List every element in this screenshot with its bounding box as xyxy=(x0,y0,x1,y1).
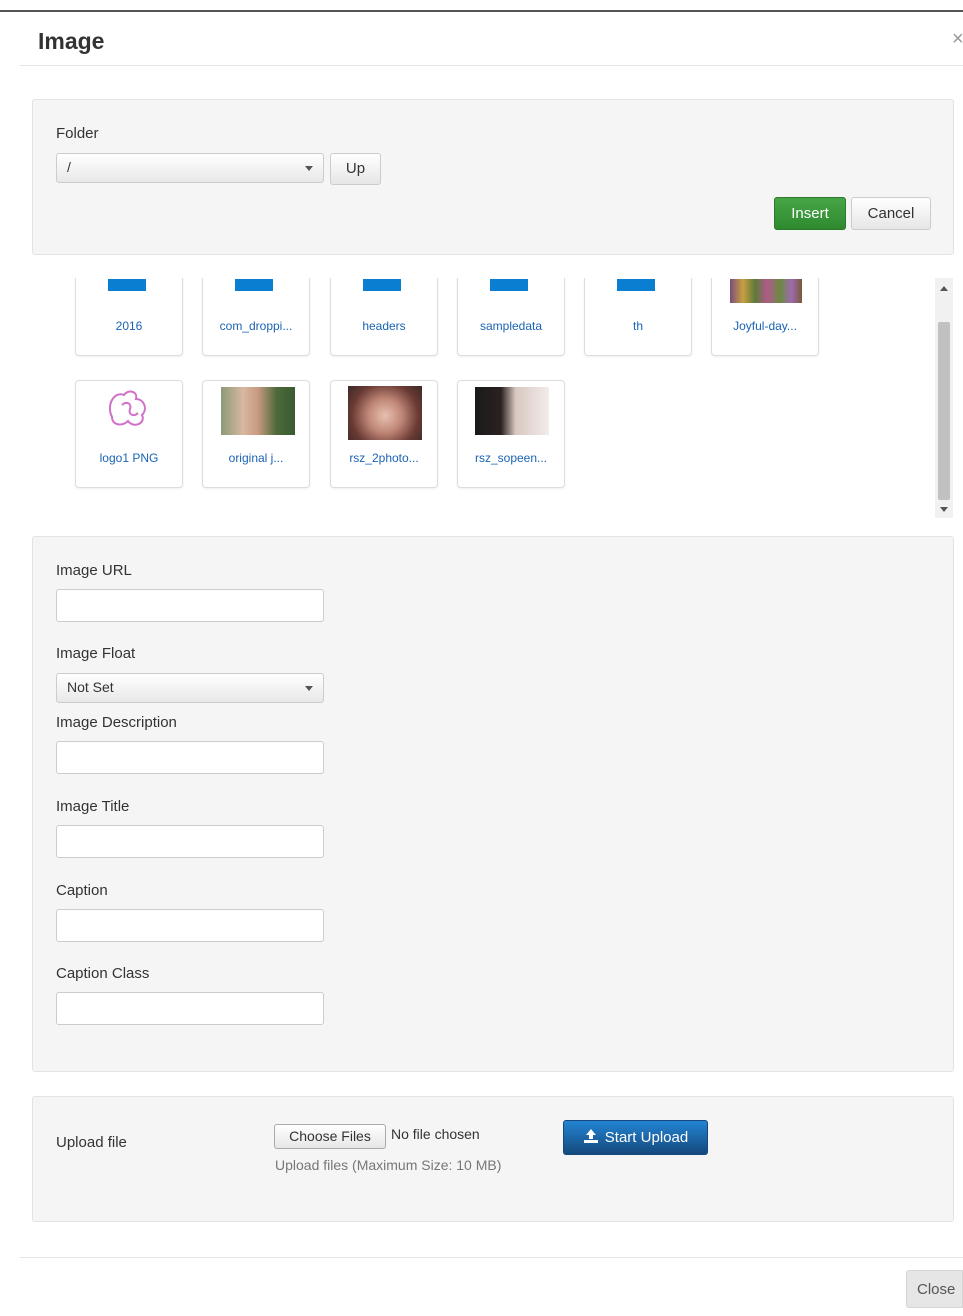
start-upload-button[interactable]: Start Upload xyxy=(563,1120,708,1155)
folder-name: 2016 xyxy=(115,319,143,333)
modal-title: Image xyxy=(38,28,105,54)
upload-size-hint: Upload files (Maximum Size: 10 MB) xyxy=(275,1157,502,1173)
image-float-value: Not Set xyxy=(67,679,114,695)
image-float-select[interactable]: Not Set xyxy=(56,673,324,703)
folder-icon xyxy=(108,279,146,291)
scroll-down-icon[interactable] xyxy=(940,507,948,512)
baby-photo-thumbnail xyxy=(221,387,295,435)
folder-item[interactable]: 2016 xyxy=(75,278,183,356)
image-name: rsz_sopeen... xyxy=(474,451,548,465)
media-scrollbar[interactable] xyxy=(935,278,953,518)
upload-file-label: Upload file xyxy=(56,1134,127,1151)
choose-files-button[interactable]: Choose Files xyxy=(274,1124,386,1149)
caption-class-label: Caption Class xyxy=(56,965,150,982)
folder-icon xyxy=(235,279,273,291)
top-border xyxy=(0,10,963,12)
image-name: Joyful-day... xyxy=(733,319,797,333)
caption-input[interactable] xyxy=(56,909,324,942)
folder-item[interactable]: com_droppi... xyxy=(202,278,310,356)
folder-name: headers xyxy=(362,319,406,333)
image-title-input[interactable] xyxy=(56,825,324,858)
image-float-label: Image Float xyxy=(56,645,136,662)
close-button[interactable]: Close xyxy=(906,1270,963,1308)
upload-icon xyxy=(583,1129,598,1143)
image-title-label: Image Title xyxy=(56,798,130,815)
folder-item[interactable]: sampledata xyxy=(457,278,565,356)
image-fields-panel: Image URL Image Float Not Set Image Desc… xyxy=(32,536,954,1072)
folder-name: sampledata xyxy=(479,319,543,333)
scrollbar-thumb[interactable] xyxy=(938,322,950,500)
image-description-input[interactable] xyxy=(56,741,324,774)
media-grid: 2016 com_droppi... headers sampledata th… xyxy=(60,278,930,518)
folder-item[interactable]: headers xyxy=(330,278,438,356)
chevron-down-icon xyxy=(305,166,313,171)
folder-select[interactable]: / xyxy=(56,153,324,183)
flowers-thumbnail xyxy=(730,279,802,303)
scroll-up-icon[interactable] xyxy=(940,286,948,291)
caption-class-input[interactable] xyxy=(56,992,324,1025)
image-url-label: Image URL xyxy=(56,562,132,579)
caption-label: Caption xyxy=(56,882,108,899)
belly-photo-thumbnail xyxy=(475,387,549,435)
upload-panel: Upload file Choose Files No file chosen … xyxy=(32,1096,954,1222)
logo-thumbnail xyxy=(108,390,146,426)
close-icon[interactable]: × xyxy=(952,28,963,51)
up-button[interactable]: Up xyxy=(330,153,381,185)
image-item[interactable]: Joyful-day... xyxy=(711,278,819,356)
header-divider xyxy=(20,65,963,66)
folder-label: Folder xyxy=(56,125,99,142)
folder-icon xyxy=(363,279,401,291)
image-url-input[interactable] xyxy=(56,589,324,622)
image-name: original j... xyxy=(228,451,284,465)
image-item[interactable]: original j... xyxy=(202,380,310,488)
chevron-down-icon xyxy=(305,686,313,691)
no-file-chosen-text: No file chosen xyxy=(391,1126,480,1142)
image-item[interactable]: rsz_sopeen... xyxy=(457,380,565,488)
folder-name: com_droppi... xyxy=(219,319,293,333)
image-name: rsz_2photo... xyxy=(349,451,419,465)
folder-icon xyxy=(617,279,655,291)
insert-button[interactable]: Insert xyxy=(774,197,846,230)
folder-name: th xyxy=(632,319,643,333)
image-item[interactable]: logo1 PNG xyxy=(75,380,183,488)
footer-divider xyxy=(20,1257,963,1258)
cancel-button[interactable]: Cancel xyxy=(851,197,931,230)
image-item[interactable]: rsz_2photo... xyxy=(330,380,438,488)
image-name: logo1 PNG xyxy=(99,451,159,465)
folder-icon xyxy=(490,279,528,291)
hands-photo-thumbnail xyxy=(348,386,422,440)
folder-select-value: / xyxy=(67,159,71,175)
image-description-label: Image Description xyxy=(56,714,177,731)
start-upload-label: Start Upload xyxy=(604,1129,689,1146)
folder-item[interactable]: th xyxy=(584,278,692,356)
folder-panel: Folder / Up Insert Cancel xyxy=(32,99,954,255)
